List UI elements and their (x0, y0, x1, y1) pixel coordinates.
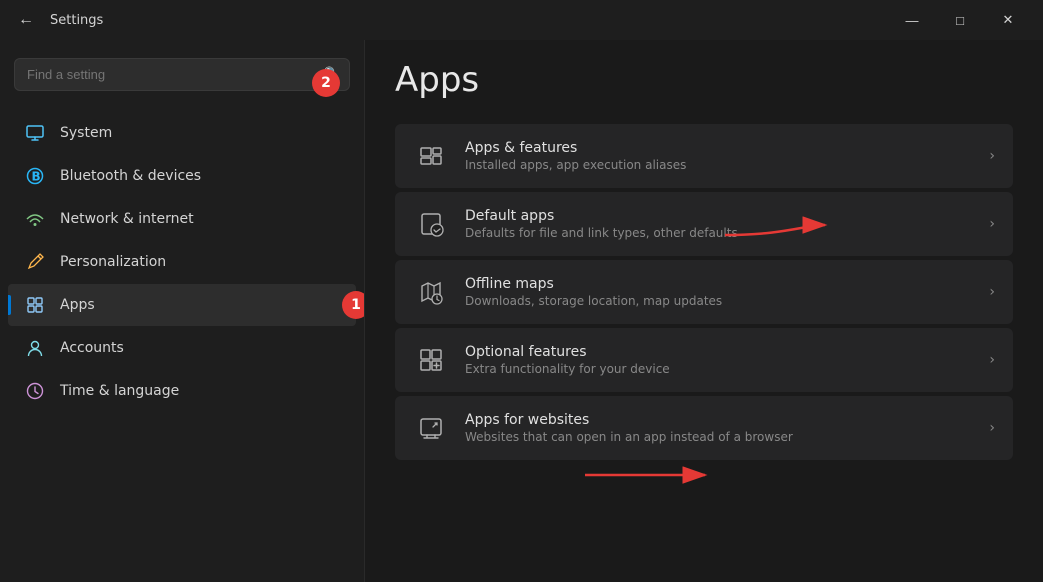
maximize-button[interactable]: □ (937, 4, 983, 36)
sidebar-item-label-network: Network & internet (60, 211, 194, 227)
network-icon (24, 208, 46, 230)
settings-desc-offline-maps: Downloads, storage location, map updates (465, 294, 973, 308)
back-button[interactable]: ← (12, 6, 40, 34)
apps-features-icon (413, 138, 449, 174)
titlebar-left: ← Settings (12, 6, 103, 34)
settings-title-apps-websites: Apps for websites (465, 412, 973, 428)
default-apps-icon (413, 206, 449, 242)
settings-text-default-apps: Default apps Defaults for file and link … (465, 208, 973, 240)
sidebar-item-bluetooth[interactable]: B Bluetooth & devices (8, 155, 356, 197)
sidebar-item-label-time: Time & language (60, 383, 179, 399)
sidebar-item-time[interactable]: Time & language (8, 370, 356, 412)
optional-features-icon (413, 342, 449, 378)
chevron-apps-features: › (989, 148, 995, 164)
search-input[interactable] (14, 58, 350, 91)
nav-items: System B Bluetooth & devices (0, 107, 364, 582)
offline-maps-icon (413, 274, 449, 310)
content-area: Apps Apps & features Installed (365, 40, 1043, 582)
settings-desc-default-apps: Defaults for file and link types, other … (465, 226, 973, 240)
settings-text-optional-features: Optional features Extra functionality fo… (465, 344, 973, 376)
accounts-icon (24, 337, 46, 359)
main-layout: 🔍 2 System B (0, 40, 1043, 582)
system-icon (24, 122, 46, 144)
settings-text-offline-maps: Offline maps Downloads, storage location… (465, 276, 973, 308)
titlebar: ← Settings — □ ✕ (0, 0, 1043, 40)
main-content: Apps Apps & features Installed (365, 40, 1043, 480)
personalization-icon (24, 251, 46, 273)
chevron-optional-features: › (989, 352, 995, 368)
sidebar-item-system[interactable]: System (8, 112, 356, 154)
settings-item-optional-features[interactable]: Optional features Extra functionality fo… (395, 328, 1013, 392)
page-title: Apps (395, 60, 1013, 100)
sidebar-item-label-system: System (60, 125, 112, 141)
titlebar-controls: — □ ✕ (889, 4, 1031, 36)
settings-text-apps-features: Apps & features Installed apps, app exec… (465, 140, 973, 172)
settings-desc-apps-websites: Websites that can open in an app instead… (465, 430, 973, 444)
apps-websites-icon (413, 410, 449, 446)
search-box-container: 🔍 2 (14, 58, 350, 91)
sidebar: 🔍 2 System B (0, 40, 365, 582)
settings-desc-optional-features: Extra functionality for your device (465, 362, 973, 376)
minimize-button[interactable]: — (889, 4, 935, 36)
sidebar-item-label-apps: Apps (60, 297, 95, 313)
settings-title-apps-features: Apps & features (465, 140, 973, 156)
bluetooth-icon: B (24, 165, 46, 187)
settings-text-apps-websites: Apps for websites Websites that can open… (465, 412, 973, 444)
sidebar-item-personalization[interactable]: Personalization (8, 241, 356, 283)
time-icon (24, 380, 46, 402)
sidebar-item-label-personalization: Personalization (60, 254, 166, 270)
settings-item-apps-websites[interactable]: Apps for websites Websites that can open… (395, 396, 1013, 460)
titlebar-title: Settings (50, 13, 103, 28)
annotation-circle-1: 1 (342, 291, 364, 319)
chevron-apps-websites: › (989, 420, 995, 436)
settings-title-optional-features: Optional features (465, 344, 973, 360)
sidebar-item-label-bluetooth: Bluetooth & devices (60, 168, 201, 184)
apps-icon (24, 294, 46, 316)
chevron-offline-maps: › (989, 284, 995, 300)
settings-item-default-apps[interactable]: Default apps Defaults for file and link … (395, 192, 1013, 256)
settings-item-offline-maps[interactable]: Offline maps Downloads, storage location… (395, 260, 1013, 324)
settings-desc-apps-features: Installed apps, app execution aliases (465, 158, 973, 172)
settings-title-default-apps: Default apps (465, 208, 973, 224)
sidebar-item-accounts[interactable]: Accounts (8, 327, 356, 369)
sidebar-item-network[interactable]: Network & internet (8, 198, 356, 240)
settings-list: Apps & features Installed apps, app exec… (395, 124, 1013, 460)
chevron-default-apps: › (989, 216, 995, 232)
settings-title-offline-maps: Offline maps (465, 276, 973, 292)
sidebar-item-label-accounts: Accounts (60, 340, 124, 356)
settings-item-apps-features[interactable]: Apps & features Installed apps, app exec… (395, 124, 1013, 188)
annotation-circle-2: 2 (312, 69, 340, 97)
sidebar-item-apps[interactable]: Apps 1 (8, 284, 356, 326)
close-button[interactable]: ✕ (985, 4, 1031, 36)
svg-text:B: B (32, 170, 41, 184)
